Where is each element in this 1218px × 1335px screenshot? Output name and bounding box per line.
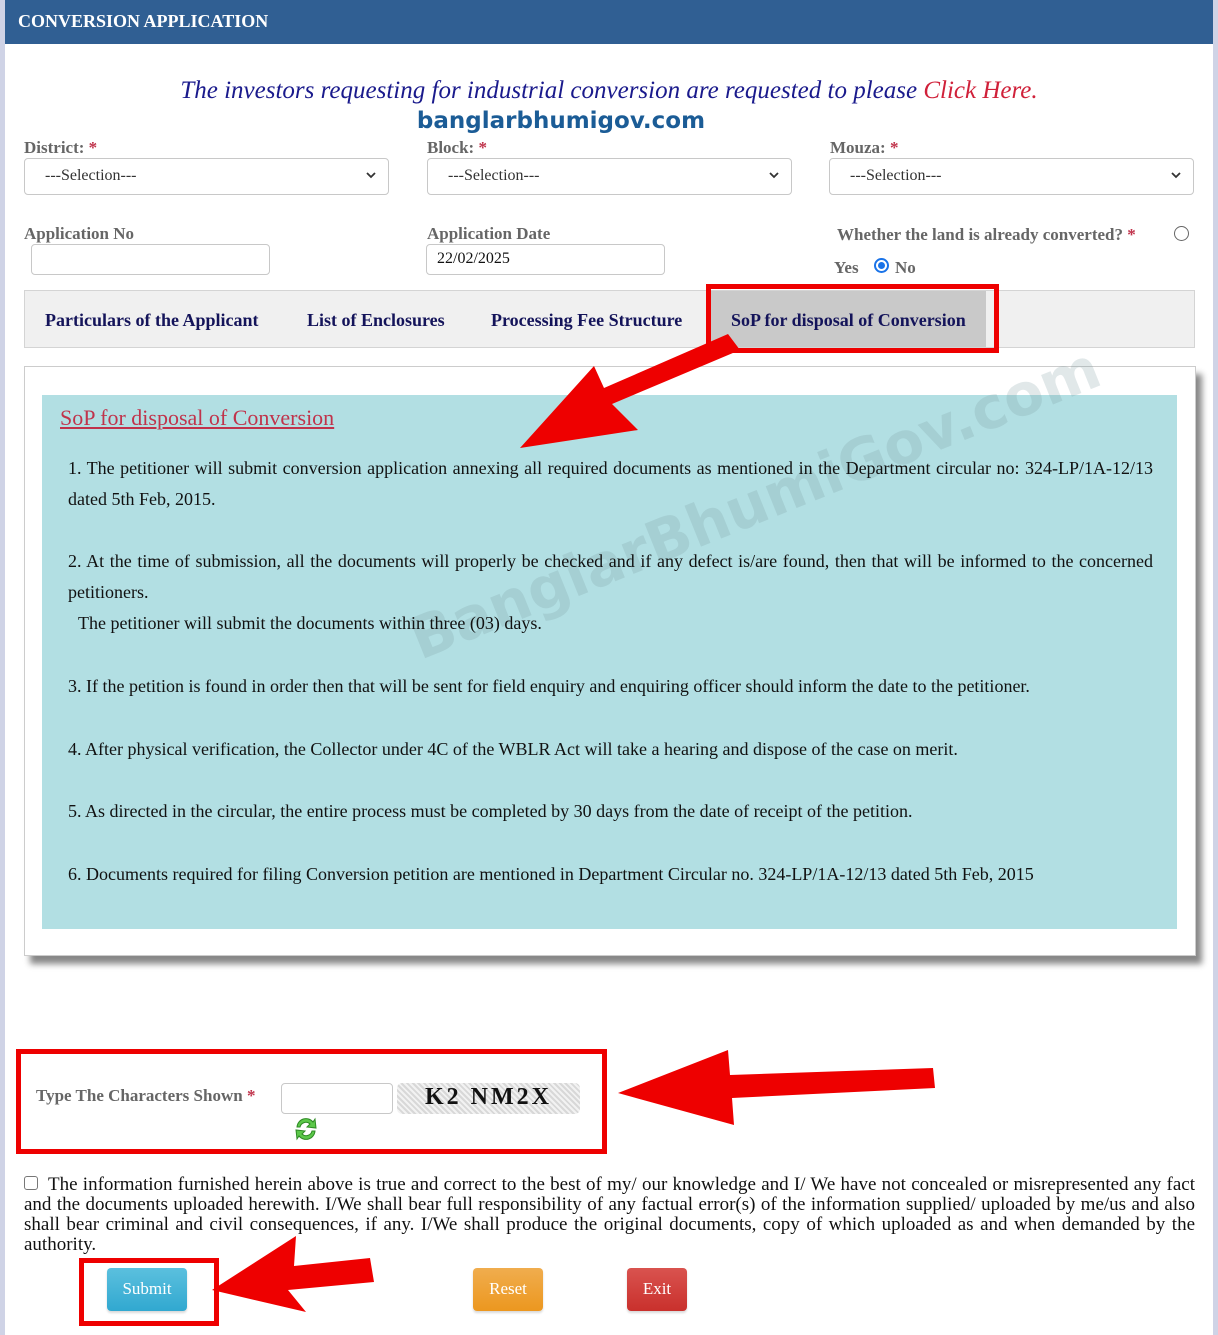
refresh-icon[interactable] bbox=[291, 1114, 321, 1144]
converted-no-label: No bbox=[895, 258, 916, 277]
block-select-value: ---Selection--- bbox=[448, 167, 540, 184]
arrow-to-captcha bbox=[618, 1050, 935, 1125]
captcha-image: K2 NM2X bbox=[397, 1083, 580, 1114]
district-select[interactable]: ---Selection--- bbox=[24, 158, 389, 195]
converted-yes-radio[interactable] bbox=[1174, 226, 1189, 241]
tab-list-of-enclosures[interactable]: List of Enclosures bbox=[307, 291, 445, 347]
application-no-label: Application No bbox=[24, 224, 135, 243]
site-brand: banglarbhumigov.com bbox=[416, 108, 706, 134]
investor-notice: The investors requesting for industrial … bbox=[0, 77, 1218, 105]
required-mark: * bbox=[889, 138, 899, 157]
sop-paragraph-4: 4. After physical verification, the Coll… bbox=[68, 739, 958, 759]
sop-paragraph-1: 1. The petitioner will submit conversion… bbox=[68, 458, 1153, 509]
captcha-label: Type The Characters Shown * bbox=[36, 1086, 255, 1106]
exit-button[interactable]: Exit bbox=[627, 1268, 687, 1311]
sop-paragraph-2: 2. At the time of submission, all the do… bbox=[68, 551, 1153, 602]
block-label-text: Block: bbox=[427, 138, 475, 157]
mouza-label: Mouza: * bbox=[830, 138, 898, 158]
sop-paragraph-2-note: The petitioner will submit the documents… bbox=[78, 613, 542, 633]
sop-paragraph-5: 5. As directed in the circular, the enti… bbox=[68, 801, 913, 821]
district-label: District: * bbox=[24, 138, 97, 158]
required-mark: * bbox=[1127, 225, 1136, 244]
page-edge-left bbox=[0, 0, 5, 1335]
sop-paragraph-6: 6. Documents required for filing Convers… bbox=[68, 864, 1034, 884]
application-no-input[interactable] bbox=[31, 244, 270, 275]
required-mark: * bbox=[478, 138, 487, 157]
mouza-select[interactable]: ---Selection--- bbox=[829, 158, 1194, 195]
converted-yes-label: Yes bbox=[834, 258, 859, 277]
reset-button[interactable]: Reset bbox=[473, 1268, 543, 1311]
page-title: CONVERSION APPLICATION bbox=[18, 11, 269, 31]
notice-text: The investors requesting for industrial … bbox=[180, 77, 924, 104]
district-select-value: ---Selection--- bbox=[45, 167, 137, 184]
application-date-label: Application Date bbox=[427, 224, 551, 243]
captcha-input[interactable] bbox=[281, 1083, 393, 1114]
page-edge-right bbox=[1213, 0, 1218, 1335]
tab-bar: Particulars of the Applicant List of Enc… bbox=[24, 290, 1195, 348]
page-header: CONVERSION APPLICATION bbox=[5, 0, 1213, 44]
chevron-down-icon bbox=[769, 172, 779, 179]
required-mark: * bbox=[88, 138, 98, 157]
click-here-link[interactable]: Click Here. bbox=[923, 77, 1037, 104]
mouza-label-text: Mouza: bbox=[830, 138, 886, 157]
district-label-text: District: bbox=[24, 138, 85, 157]
tab-processing-fee-structure[interactable]: Processing Fee Structure bbox=[491, 291, 682, 347]
sop-paragraph-3: 3. If the petition is found in order the… bbox=[68, 676, 1030, 696]
submit-button[interactable]: Submit bbox=[107, 1268, 187, 1311]
tab-particulars-of-applicant[interactable]: Particulars of the Applicant bbox=[45, 291, 259, 347]
block-label: Block: * bbox=[427, 138, 487, 158]
converted-question-text: Whether the land is already converted? bbox=[837, 225, 1123, 244]
block-select[interactable]: ---Selection--- bbox=[427, 158, 792, 195]
required-mark: * bbox=[246, 1086, 256, 1105]
declaration-text: The information furnished herein above i… bbox=[24, 1174, 1195, 1255]
chevron-down-icon bbox=[366, 172, 376, 179]
sop-title: SoP for disposal of Conversion bbox=[60, 405, 335, 430]
converted-no-radio[interactable] bbox=[874, 258, 889, 273]
mouza-select-value: ---Selection--- bbox=[850, 167, 942, 184]
captcha-label-text: Type The Characters Shown bbox=[36, 1086, 243, 1105]
application-date-input[interactable]: 22/02/2025 bbox=[426, 244, 665, 275]
converted-question-label: Whether the land is already converted? * bbox=[837, 225, 1136, 245]
tab-sop-disposal-conversion[interactable]: SoP for disposal of Conversion bbox=[711, 291, 986, 347]
chevron-down-icon bbox=[1171, 172, 1181, 179]
